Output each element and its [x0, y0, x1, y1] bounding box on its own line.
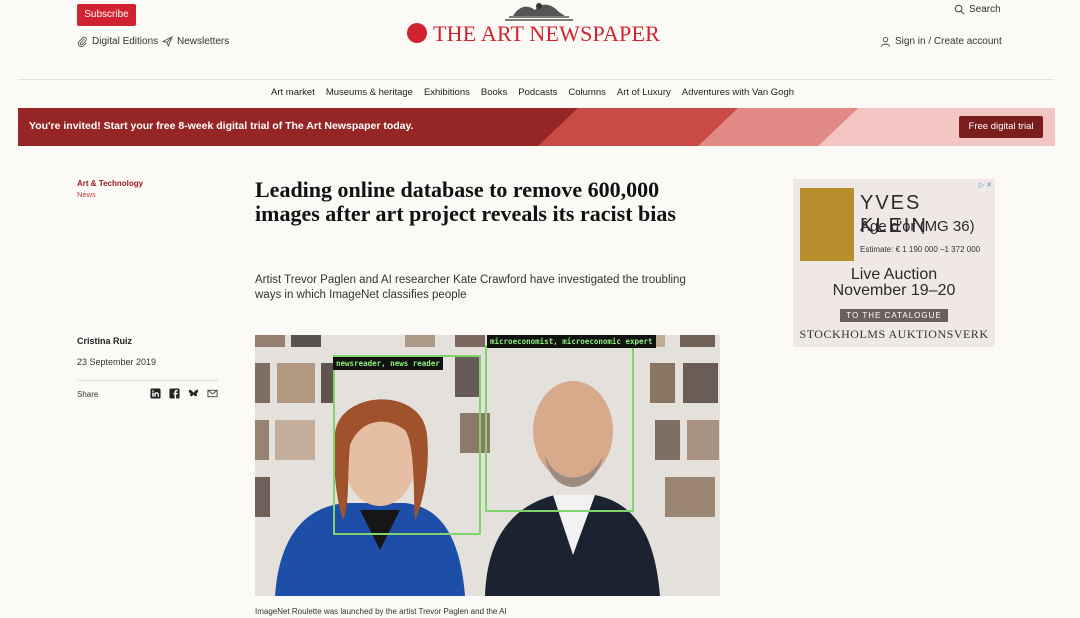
nav-item-exhibitions[interactable]: Exhibitions [424, 87, 470, 98]
ad-artwork-image [800, 188, 854, 261]
subscribe-button[interactable]: Subscribe [77, 4, 136, 26]
detection-box-left [333, 355, 481, 535]
ad-auction-line2: November 19–20 [832, 282, 956, 299]
mail-icon[interactable] [207, 388, 218, 399]
hero-image: newsreader, news reader microeconomist, … [255, 335, 720, 596]
search-button[interactable]: Search [954, 4, 1001, 15]
search-label: Search [969, 4, 1001, 15]
detection-label-right: microeconomist, microeconomic expert [487, 335, 656, 348]
meta-divider [77, 380, 218, 381]
trial-banner: You're invited! Start your free 8-week d… [18, 108, 1055, 146]
detection-label-left: newsreader, news reader [333, 357, 443, 370]
logo-seal-icon [407, 23, 427, 43]
article-standfirst: Artist Trevor Paglen and AI researcher K… [255, 274, 686, 301]
nav-item-art-market[interactable]: Art market [271, 87, 315, 98]
digital-editions-link[interactable]: Digital Editions [77, 36, 158, 47]
nav-item-podcasts[interactable]: Podcasts [518, 87, 557, 98]
bluesky-icon[interactable] [188, 388, 199, 399]
digital-editions-label: Digital Editions [92, 36, 159, 47]
search-icon [954, 4, 965, 15]
nav-item-books[interactable]: Books [481, 87, 507, 98]
linkedin-icon[interactable] [150, 388, 161, 399]
ad-auction-dates: Live Auction November 19–20 [793, 267, 995, 299]
ad-auction-house: STOCKHOLMS AUKTIONSVERK [799, 327, 989, 341]
author-name[interactable]: Cristina Ruiz [77, 336, 132, 346]
banner-text: You're invited! Start your free 8-week d… [29, 120, 414, 132]
share-buttons [150, 388, 218, 399]
nav-item-adventures-van-gogh[interactable]: Adventures with Van Gogh [682, 87, 794, 98]
image-caption: ImageNet Roulette was launched by the ar… [255, 607, 507, 616]
nav-item-art-of-luxury[interactable]: Art of Luxury [617, 87, 671, 98]
ad-estimate: Estimate: € 1 190 000 –1 372 000 [860, 245, 981, 254]
logo-text: THE ART NEWSPAPER [433, 21, 661, 46]
user-icon [880, 37, 891, 47]
newsletters-link[interactable]: Newsletters [162, 36, 229, 47]
share-label: Share [77, 390, 99, 399]
article-type: News [77, 190, 96, 199]
facebook-icon[interactable] [169, 388, 180, 399]
account-link[interactable]: Sign in / Create account [880, 36, 1002, 47]
main-nav: Art market Museums & heritage Exhibition… [271, 87, 805, 98]
nav-item-museums-heritage[interactable]: Museums & heritage [326, 87, 413, 98]
ad-auction-line1: Live Auction [850, 266, 938, 283]
ad-catalogue-button[interactable]: TO THE CATALOGUE [840, 309, 948, 322]
advertisement[interactable]: ▷ ✕ YVES KLEIN Âge d'or (MG 36) Estimate… [793, 179, 995, 347]
crest-emblem-icon [505, 3, 573, 21]
section-link[interactable]: Art & Technology [77, 179, 143, 188]
send-icon [162, 36, 173, 47]
account-label: Sign in / Create account [895, 36, 1002, 47]
paperclip-icon [77, 36, 87, 47]
article-headline: Leading online database to remove 600,00… [255, 177, 676, 226]
adchoices-icon[interactable]: ▷ ✕ [979, 181, 992, 189]
site-logo[interactable]: THE ART NEWSPAPER [407, 0, 669, 48]
detection-box-right [485, 345, 634, 512]
newsletters-label: Newsletters [177, 36, 230, 47]
publish-date: 23 September 2019 [77, 357, 157, 367]
free-trial-button[interactable]: Free digital trial [959, 116, 1043, 138]
nav-item-columns[interactable]: Columns [568, 87, 606, 98]
ad-subtitle: Âge d'or (MG 36) [860, 218, 975, 235]
header-divider [18, 79, 1054, 80]
